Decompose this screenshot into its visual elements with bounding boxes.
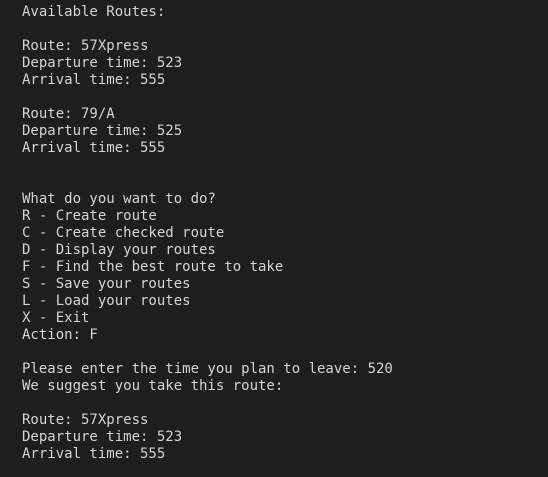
route-name-line: Route: 79/A xyxy=(22,106,115,122)
menu-prompt: What do you want to do? xyxy=(22,191,216,207)
arrival-time-line: Arrival time: 555 xyxy=(22,72,166,88)
suggestion-heading: We suggest you take this route: xyxy=(22,378,284,394)
menu-option-display-routes: D - Display your routes xyxy=(22,242,216,258)
menu-option-create-checked-route: C - Create checked route xyxy=(22,225,225,241)
output-heading-available-routes: Available Routes: xyxy=(22,4,166,20)
menu-option-load-routes: L - Load your routes xyxy=(22,293,191,309)
suggested-departure-time-line: Departure time: 523 xyxy=(22,429,183,445)
suggested-arrival-time-line: Arrival time: 555 xyxy=(22,446,166,462)
action-input-line: Action: F xyxy=(22,327,98,343)
menu-option-exit: X - Exit xyxy=(22,310,90,326)
leave-time-input-line: Please enter the time you plan to leave:… xyxy=(22,361,393,377)
departure-time-line: Departure time: 523 xyxy=(22,55,183,71)
route-name-line: Route: 57Xpress xyxy=(22,38,149,54)
menu-option-save-routes: S - Save your routes xyxy=(22,276,191,292)
menu-option-create-route: R - Create route xyxy=(22,208,157,224)
terminal-output[interactable]: Available Routes: Route: 57Xpress Depart… xyxy=(0,0,548,477)
departure-time-line: Departure time: 525 xyxy=(22,123,183,139)
menu-option-find-best-route: F - Find the best route to take xyxy=(22,259,284,275)
suggested-route-name-line: Route: 57Xpress xyxy=(22,412,149,428)
arrival-time-line: Arrival time: 555 xyxy=(22,140,166,156)
